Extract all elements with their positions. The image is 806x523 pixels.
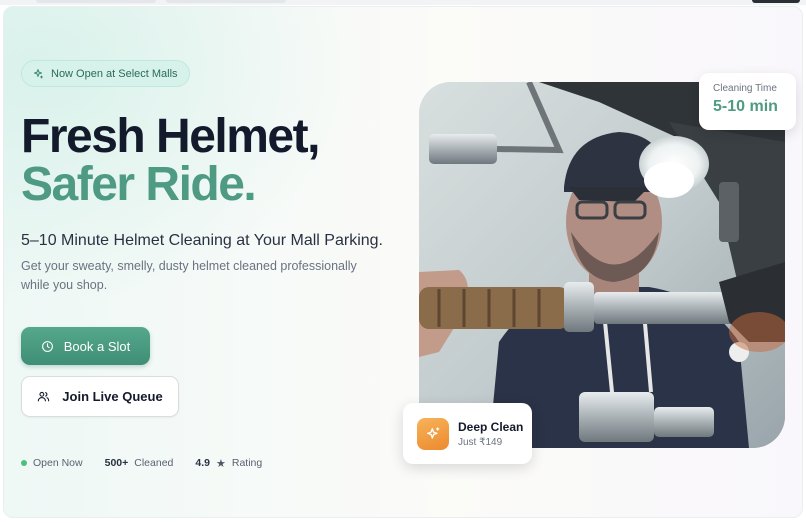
headline-line-1: Fresh Helmet, xyxy=(21,110,320,163)
stat-rating: 4.9 ★ Rating xyxy=(195,457,262,470)
join-live-queue-label: Join Live Queue xyxy=(62,389,163,404)
stat-open: Open Now xyxy=(21,457,83,469)
book-slot-button[interactable]: Book a Slot xyxy=(21,327,150,365)
top-tab xyxy=(166,0,286,3)
cleaning-time-value: 5-10 min xyxy=(713,98,778,115)
deep-clean-text: Deep Clean Just ₹149 xyxy=(458,420,523,448)
join-live-queue-button[interactable]: Join Live Queue xyxy=(21,376,179,417)
clock-icon xyxy=(41,340,53,352)
browser-top-strip xyxy=(0,0,806,5)
deep-clean-card: Deep Clean Just ₹149 xyxy=(403,403,532,464)
cleaning-time-label: Cleaning Time xyxy=(713,83,777,94)
stat-open-label: Open Now xyxy=(33,457,83,469)
stat-cleaned-value: 500+ xyxy=(104,457,129,469)
stat-rating-label: Rating xyxy=(231,457,263,469)
hero-subtitle: 5–10 Minute Helmet Cleaning at Your Mall… xyxy=(21,232,383,249)
top-tab xyxy=(36,0,156,3)
sparkle-icon xyxy=(34,68,43,78)
stat-rating-value: 4.9 xyxy=(195,457,210,469)
stats-row: Open Now 500+ Cleaned 4.9 ★ Rating xyxy=(21,456,284,470)
cleaning-time-card: Cleaning Time 5-10 min xyxy=(699,73,796,130)
stat-cleaned-label: Cleaned xyxy=(134,457,174,469)
hero-photo xyxy=(419,82,785,448)
availability-badge: Now Open at Select Malls xyxy=(21,60,190,87)
deep-clean-icon-box xyxy=(417,417,449,450)
users-icon xyxy=(38,391,50,402)
hero-description: Get your sweaty, smelly, dusty helmet cl… xyxy=(21,259,357,292)
sparkle-icon xyxy=(427,426,440,439)
headline-line-2: Safer Ride. xyxy=(21,158,257,211)
deep-clean-title: Deep Clean xyxy=(458,419,524,434)
status-dot xyxy=(21,460,27,466)
helmet-cleaning-photo xyxy=(419,82,785,448)
book-slot-label: Book a Slot xyxy=(63,338,131,354)
star-icon: ★ xyxy=(216,457,226,470)
deep-clean-price: Just ₹149 xyxy=(458,436,503,448)
hero-section: Now Open at Select Malls Fresh Helmet, S… xyxy=(3,6,803,518)
top-tab xyxy=(752,0,800,3)
badge-text: Now Open at Select Malls xyxy=(51,67,178,80)
stat-cleaned: 500+ Cleaned xyxy=(105,457,174,469)
